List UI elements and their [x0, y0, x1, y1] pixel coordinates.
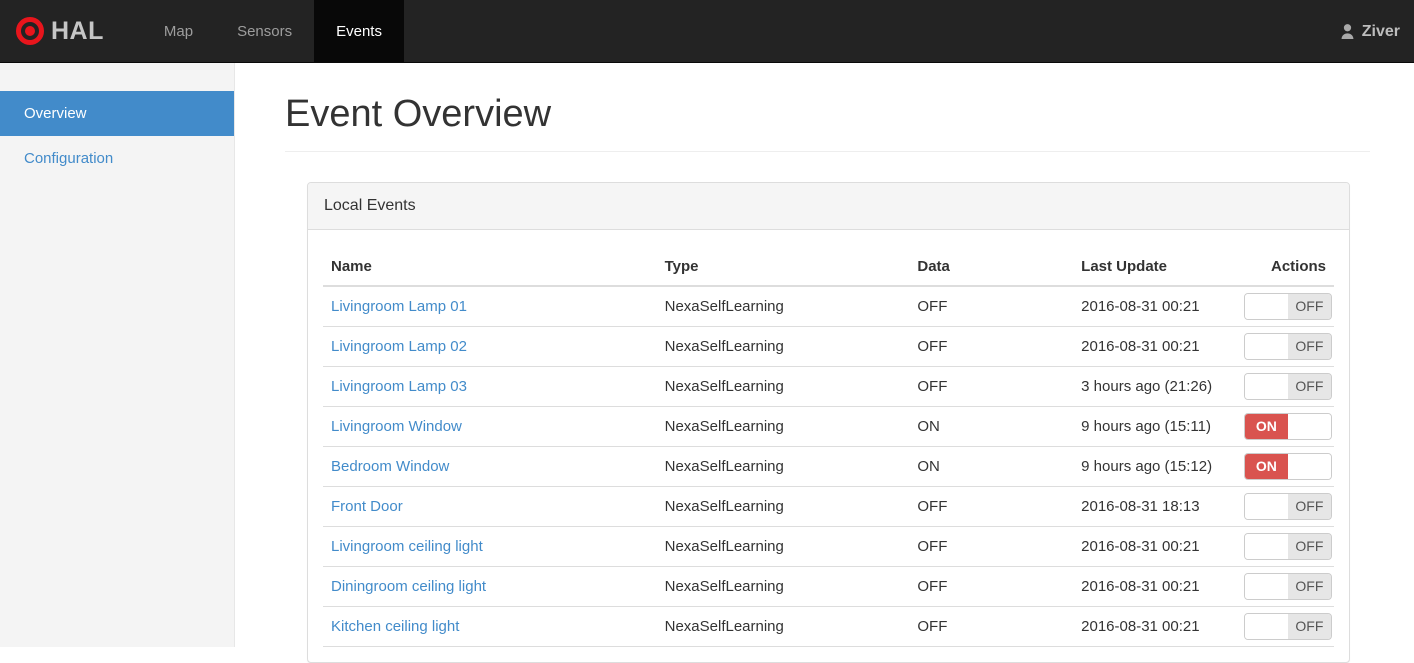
column-header: Name [323, 245, 657, 286]
main-content: Event Overview Local Events NameTypeData… [235, 63, 1414, 647]
event-data: ON [909, 407, 1073, 447]
event-name-link[interactable]: Diningroom ceiling light [331, 578, 486, 595]
nav-item-events[interactable]: Events [314, 0, 404, 62]
event-last-update: 2016-08-31 00:21 [1073, 327, 1236, 367]
event-name-link[interactable]: Livingroom Lamp 01 [331, 298, 467, 315]
sidebar-item-configuration[interactable]: Configuration [0, 136, 234, 181]
event-data: OFF [909, 286, 1073, 327]
toggle-switch[interactable]: OFF [1244, 533, 1332, 560]
nav-item-sensors[interactable]: Sensors [215, 0, 314, 62]
toggle-right: OFF [1288, 614, 1331, 639]
toggle-switch[interactable]: ON [1244, 413, 1332, 440]
navbar-menu: MapSensorsEvents [142, 0, 404, 62]
table-row: Kitchen ceiling light NexaSelfLearning O… [323, 607, 1334, 647]
nav-item-map[interactable]: Map [142, 0, 215, 62]
toggle-switch[interactable]: OFF [1244, 493, 1332, 520]
event-data: OFF [909, 527, 1073, 567]
event-data: OFF [909, 487, 1073, 527]
event-type: NexaSelfLearning [657, 286, 910, 327]
table-row: Livingroom ceiling light NexaSelfLearnin… [323, 527, 1334, 567]
event-last-update: 2016-08-31 00:21 [1073, 567, 1236, 607]
toggle-left: ON [1245, 414, 1288, 439]
column-header: Last Update [1073, 245, 1236, 286]
event-name-link[interactable]: Livingroom Lamp 03 [331, 378, 467, 395]
event-last-update: 2016-08-31 00:21 [1073, 286, 1236, 327]
local-events-panel: Local Events NameTypeDataLast UpdateActi… [307, 182, 1350, 663]
table-row: Diningroom ceiling light NexaSelfLearnin… [323, 567, 1334, 607]
table-row: Livingroom Window NexaSelfLearning ON 9 … [323, 407, 1334, 447]
page-title: Event Overview [285, 93, 1370, 152]
toggle-switch[interactable]: ON [1244, 453, 1332, 480]
sidebar: OverviewConfiguration [0, 63, 235, 647]
toggle-right: OFF [1288, 294, 1331, 319]
table-row: Livingroom Lamp 01 NexaSelfLearning OFF … [323, 286, 1334, 327]
event-name-link[interactable]: Livingroom ceiling light [331, 538, 483, 555]
brand-label: HAL [51, 17, 104, 46]
event-data: OFF [909, 607, 1073, 647]
toggle-left [1245, 374, 1288, 399]
event-type: NexaSelfLearning [657, 487, 910, 527]
top-navbar: HAL MapSensorsEvents Ziver [0, 0, 1414, 63]
toggle-left [1245, 334, 1288, 359]
toggle-right: OFF [1288, 534, 1331, 559]
event-data: OFF [909, 567, 1073, 607]
toggle-switch[interactable]: OFF [1244, 573, 1332, 600]
brand[interactable]: HAL [0, 0, 126, 62]
events-table: NameTypeDataLast UpdateActions Livingroo… [323, 245, 1334, 647]
toggle-right [1288, 414, 1331, 439]
event-last-update: 9 hours ago (15:11) [1073, 407, 1236, 447]
event-last-update: 9 hours ago (15:12) [1073, 447, 1236, 487]
username-label: Ziver [1362, 23, 1400, 41]
event-data: ON [909, 447, 1073, 487]
event-last-update: 2016-08-31 18:13 [1073, 487, 1236, 527]
bullseye-icon [16, 17, 44, 45]
toggle-right [1288, 454, 1331, 479]
toggle-right: OFF [1288, 374, 1331, 399]
toggle-left: ON [1245, 454, 1288, 479]
event-type: NexaSelfLearning [657, 447, 910, 487]
event-name-link[interactable]: Kitchen ceiling light [331, 618, 459, 635]
toggle-switch[interactable]: OFF [1244, 293, 1332, 320]
toggle-right: OFF [1288, 334, 1331, 359]
event-type: NexaSelfLearning [657, 567, 910, 607]
event-last-update: 2016-08-31 00:21 [1073, 607, 1236, 647]
event-name-link[interactable]: Bedroom Window [331, 458, 449, 475]
table-row: Livingroom Lamp 02 NexaSelfLearning OFF … [323, 327, 1334, 367]
event-data: OFF [909, 367, 1073, 407]
event-type: NexaSelfLearning [657, 327, 910, 367]
table-row: Front Door NexaSelfLearning OFF 2016-08-… [323, 487, 1334, 527]
toggle-right: OFF [1288, 494, 1331, 519]
toggle-left [1245, 534, 1288, 559]
panel-body: NameTypeDataLast UpdateActions Livingroo… [308, 230, 1349, 662]
column-header: Type [657, 245, 910, 286]
event-last-update: 2016-08-31 00:21 [1073, 527, 1236, 567]
event-type: NexaSelfLearning [657, 367, 910, 407]
event-type: NexaSelfLearning [657, 527, 910, 567]
event-name-link[interactable]: Front Door [331, 498, 403, 515]
toggle-switch[interactable]: OFF [1244, 333, 1332, 360]
table-row: Bedroom Window NexaSelfLearning ON 9 hou… [323, 447, 1334, 487]
column-header: Actions [1236, 245, 1334, 286]
event-name-link[interactable]: Livingroom Lamp 02 [331, 338, 467, 355]
toggle-right: OFF [1288, 574, 1331, 599]
event-name-link[interactable]: Livingroom Window [331, 418, 462, 435]
toggle-left [1245, 294, 1288, 319]
toggle-switch[interactable]: OFF [1244, 373, 1332, 400]
sidebar-item-overview[interactable]: Overview [0, 91, 234, 136]
event-type: NexaSelfLearning [657, 407, 910, 447]
table-row: Livingroom Lamp 03 NexaSelfLearning OFF … [323, 367, 1334, 407]
toggle-left [1245, 574, 1288, 599]
column-header: Data [909, 245, 1073, 286]
toggle-switch[interactable]: OFF [1244, 613, 1332, 640]
user-menu[interactable]: Ziver [1339, 0, 1400, 63]
event-last-update: 3 hours ago (21:26) [1073, 367, 1236, 407]
event-type: NexaSelfLearning [657, 607, 910, 647]
user-icon [1339, 23, 1356, 40]
toggle-left [1245, 614, 1288, 639]
panel-title: Local Events [308, 183, 1349, 230]
event-data: OFF [909, 327, 1073, 367]
toggle-left [1245, 494, 1288, 519]
